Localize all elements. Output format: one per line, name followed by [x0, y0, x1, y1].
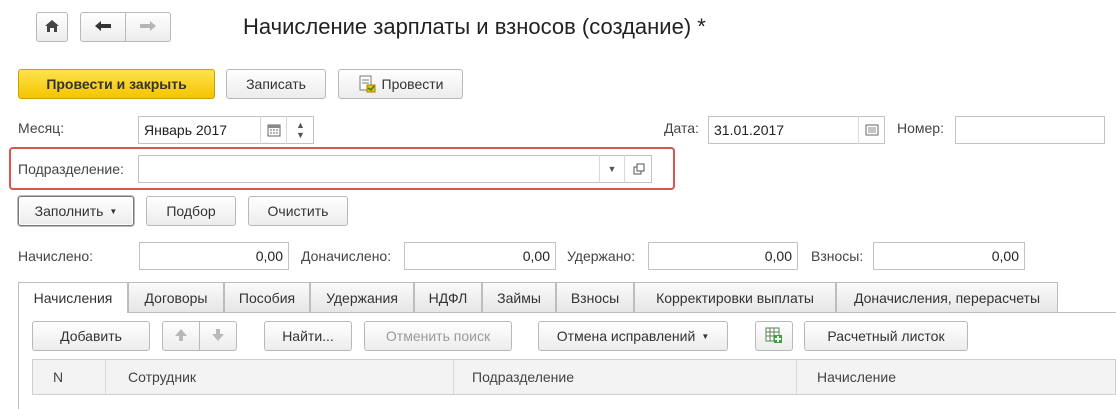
- contributions-field: 0,00: [873, 242, 1025, 270]
- additional-label: Доначислено:: [301, 248, 392, 264]
- cancel-corrections-button[interactable]: Отмена исправлений ▼: [538, 321, 728, 351]
- tab-payment-corrections[interactable]: Корректировки выплаты: [634, 282, 836, 312]
- save-button[interactable]: Записать: [226, 69, 326, 99]
- date-value: 31.01.2017: [714, 122, 785, 138]
- post-button-label: Провести: [381, 76, 444, 92]
- arrow-right-icon: [139, 19, 157, 35]
- tab-loans[interactable]: Займы: [482, 282, 556, 312]
- find-button[interactable]: Найти...: [264, 321, 352, 351]
- add-button[interactable]: Добавить: [32, 321, 150, 351]
- date-picker-icon[interactable]: [858, 116, 885, 144]
- column-header-n-label: N: [53, 369, 64, 385]
- payslip-button[interactable]: Расчетный листок: [804, 321, 968, 351]
- calendar-icon[interactable]: [260, 116, 286, 144]
- cancel-corrections-label: Отмена исправлений: [556, 328, 696, 344]
- post-and-close-button[interactable]: Провести и закрыть: [18, 69, 215, 99]
- month-value: Январь 2017: [144, 122, 228, 138]
- arrow-left-icon: [94, 19, 112, 35]
- clear-button[interactable]: Очистить: [248, 196, 348, 226]
- tab-accruals[interactable]: Начисления: [18, 282, 128, 313]
- tab-contracts[interactable]: Договоры: [128, 282, 224, 312]
- column-header-employee-label: Сотрудник: [128, 369, 197, 385]
- window-title: Начисление зарплаты и взносов (создание)…: [243, 14, 706, 39]
- month-label: Месяц:: [18, 120, 65, 136]
- home-button[interactable]: [36, 12, 68, 42]
- column-header-employee[interactable]: Сотрудник: [106, 360, 454, 394]
- column-header-division-label: Подразделение: [472, 369, 575, 385]
- column-header-division[interactable]: Подразделение: [454, 360, 797, 394]
- tab-ndfl[interactable]: НДФЛ: [414, 282, 482, 312]
- back-button[interactable]: [80, 12, 126, 42]
- home-icon: [44, 19, 60, 36]
- date-field[interactable]: 31.01.2017: [708, 116, 885, 144]
- division-field[interactable]: ▼: [138, 155, 652, 183]
- table-header: N Сотрудник Подразделение Начисление: [32, 359, 1116, 395]
- division-dropdown-icon[interactable]: ▼: [599, 155, 624, 183]
- accrued-field: 0,00: [139, 242, 289, 270]
- additional-field: 0,00: [404, 242, 556, 270]
- contributions-label: Взносы:: [811, 248, 864, 264]
- dropdown-arrow-icon: ▼: [109, 206, 118, 216]
- number-field[interactable]: [955, 116, 1105, 144]
- column-header-accrual-label: Начисление: [817, 369, 896, 385]
- tab-deductions[interactable]: Удержания: [310, 282, 414, 312]
- column-header-n[interactable]: N: [33, 360, 106, 394]
- dropdown-arrow-icon: ▼: [701, 331, 710, 341]
- forward-button[interactable]: [125, 12, 171, 42]
- division-open-icon[interactable]: [624, 155, 652, 183]
- month-stepper[interactable]: ▲ ▼: [286, 116, 314, 144]
- tab-additional-recalc[interactable]: Доначисления, перерасчеты: [836, 282, 1058, 312]
- post-document-icon: [358, 75, 376, 93]
- stepper-down-icon[interactable]: ▼: [296, 130, 305, 140]
- date-label: Дата:: [664, 120, 699, 136]
- column-header-accrual[interactable]: Начисление: [797, 360, 1115, 394]
- arrow-down-icon: [211, 328, 225, 345]
- tab-contributions[interactable]: Взносы: [556, 282, 634, 312]
- post-button[interactable]: Провести: [338, 69, 463, 99]
- pick-button[interactable]: Подбор: [146, 196, 236, 226]
- fill-button-label: Заполнить: [34, 203, 104, 219]
- fill-button[interactable]: Заполнить ▼: [18, 196, 134, 226]
- table-add-icon: [765, 326, 783, 347]
- division-label: Подразделение:: [18, 161, 124, 177]
- move-up-button[interactable]: [162, 321, 200, 351]
- withheld-label: Удержано:: [567, 248, 636, 264]
- month-field[interactable]: Январь 2017 ▲ ▼: [138, 116, 314, 144]
- stepper-up-icon[interactable]: ▲: [296, 120, 305, 130]
- add-column-button[interactable]: [755, 321, 793, 351]
- move-down-button[interactable]: [199, 321, 237, 351]
- arrow-up-icon: [174, 328, 188, 345]
- tab-benefits[interactable]: Пособия: [224, 282, 310, 312]
- accrued-label: Начислено:: [18, 248, 94, 264]
- cancel-search-button[interactable]: Отменить поиск: [364, 321, 512, 351]
- number-label: Номер:: [897, 120, 944, 136]
- withheld-field: 0,00: [648, 242, 798, 270]
